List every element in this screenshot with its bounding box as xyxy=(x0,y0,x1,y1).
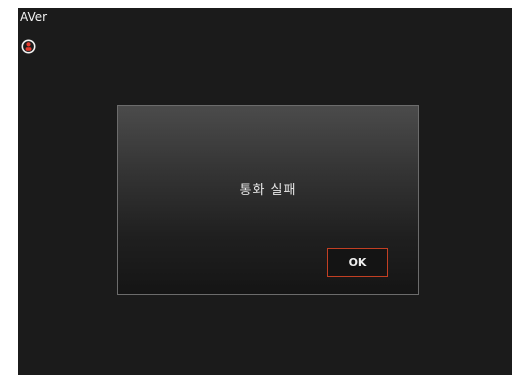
call-failed-dialog: 통화 실패 OK xyxy=(117,105,419,295)
person-icon xyxy=(21,39,36,54)
person-icon-graphic xyxy=(21,39,36,54)
ok-button[interactable]: OK xyxy=(327,248,388,277)
dialog-message: 통화 실패 xyxy=(239,183,297,198)
screen: AVer 통화 실패 OK xyxy=(18,8,512,375)
brand-label: AVer xyxy=(20,10,48,24)
